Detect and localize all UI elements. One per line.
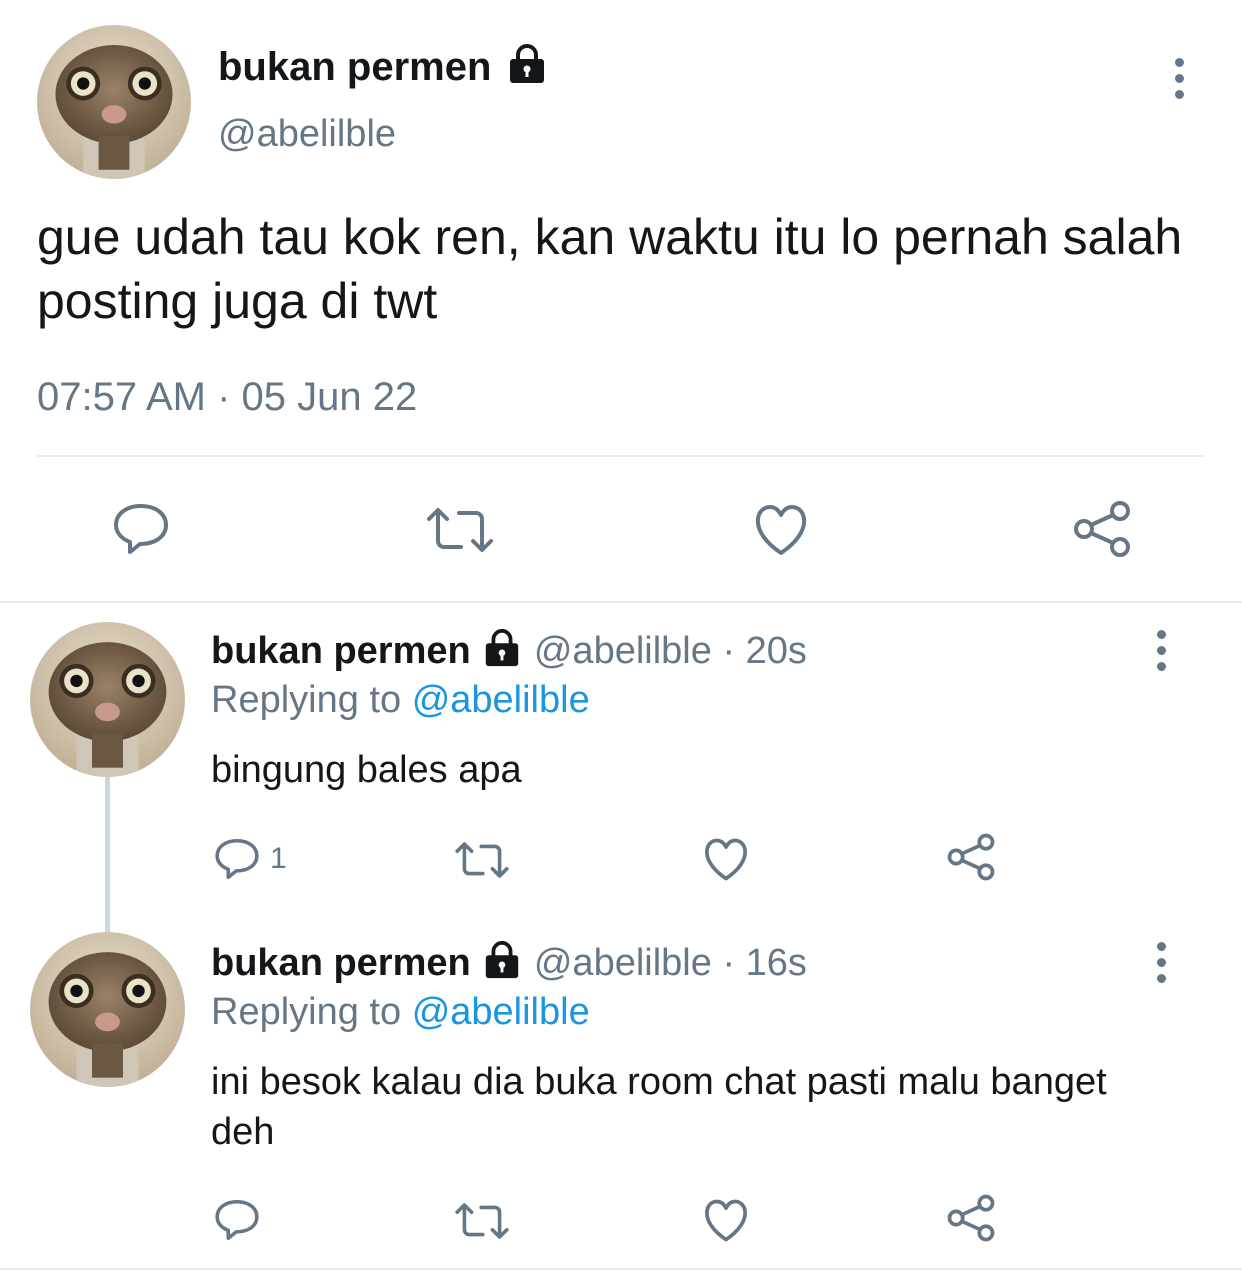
- relative-time: · 20s: [722, 630, 807, 672]
- reply-header: bukan permen @abelilble · 16s: [211, 940, 807, 986]
- replying-to: Replying to @abelilble: [211, 677, 590, 723]
- retweet-button[interactable]: [454, 1201, 510, 1241]
- heart-icon: [755, 505, 807, 555]
- reply-count: 1: [270, 842, 287, 875]
- retweet-button[interactable]: [425, 505, 495, 555]
- retweet-icon: [455, 1203, 509, 1239]
- avatar[interactable]: [30, 622, 185, 777]
- display-name-text: bukan permen: [218, 45, 492, 89]
- cat-avatar-image: [30, 932, 185, 1087]
- divider: [0, 1268, 1242, 1270]
- more-icon-dot: [1174, 90, 1184, 99]
- relative-time: · 16s: [722, 942, 807, 984]
- replying-to-label: Replying to: [211, 679, 402, 721]
- divider: [37, 455, 1205, 457]
- retweet-icon: [427, 508, 493, 552]
- more-icon-dot: [1156, 646, 1166, 655]
- lock-icon: [486, 940, 519, 979]
- avatar[interactable]: [37, 25, 191, 179]
- handle[interactable]: @abelilble: [534, 630, 712, 672]
- cat-avatar-image: [30, 622, 185, 777]
- divider: [0, 601, 1242, 603]
- more-icon-dot: [1156, 942, 1166, 951]
- more-icon-dot: [1174, 58, 1184, 67]
- reply-text: bingung bales apa: [211, 749, 522, 791]
- display-name[interactable]: bukan permen: [211, 630, 471, 672]
- thread-line: [105, 776, 110, 932]
- share-button[interactable]: [946, 833, 996, 881]
- reply-icon: [215, 1199, 259, 1241]
- share-icon: [1074, 501, 1130, 557]
- reply-button[interactable]: [214, 1198, 260, 1242]
- share-icon: [947, 833, 995, 881]
- share-button[interactable]: [946, 1194, 996, 1242]
- more-icon-dot: [1174, 74, 1184, 83]
- reply-text: ini besok kalau dia buka room chat pasti…: [211, 1061, 1107, 1153]
- retweet-icon: [455, 842, 509, 878]
- replying-to-link[interactable]: @abelilble: [412, 991, 590, 1033]
- more-options-button[interactable]: [1154, 942, 1168, 983]
- display-name[interactable]: bukan permen: [211, 942, 471, 984]
- reply-button[interactable]: 1: [214, 837, 287, 881]
- reply-icon: [215, 838, 259, 880]
- handle[interactable]: @abelilble: [218, 112, 396, 156]
- replying-to-label: Replying to: [211, 991, 402, 1033]
- heart-icon: [705, 838, 747, 881]
- heart-icon: [705, 1199, 747, 1242]
- handle[interactable]: @abelilble: [534, 942, 712, 984]
- more-icon-dot: [1156, 958, 1166, 967]
- replying-to-link[interactable]: @abelilble: [412, 679, 590, 721]
- reply-button[interactable]: [112, 502, 170, 556]
- like-button[interactable]: [752, 504, 810, 556]
- cat-avatar-image: [37, 25, 191, 179]
- lock-icon: [509, 44, 544, 84]
- more-icon-dot: [1156, 974, 1166, 983]
- more-options-button[interactable]: [1172, 58, 1186, 99]
- more-icon-dot: [1156, 662, 1166, 671]
- like-button[interactable]: [702, 1199, 750, 1242]
- more-icon-dot: [1156, 630, 1166, 639]
- like-button[interactable]: [702, 838, 750, 881]
- retweet-button[interactable]: [454, 840, 510, 880]
- replying-to: Replying to @abelilble: [211, 989, 590, 1035]
- share-icon: [947, 1194, 995, 1242]
- tweet-text: gue udah tau kok ren, kan waktu itu lo p…: [37, 209, 1183, 329]
- reply-icon: [114, 504, 168, 554]
- share-button[interactable]: [1072, 500, 1132, 558]
- display-name[interactable]: bukan permen: [218, 44, 549, 90]
- avatar[interactable]: [30, 932, 185, 1087]
- lock-icon: [486, 628, 519, 667]
- tweet-timestamp: 07:57 AM · 05 Jun 22: [37, 375, 418, 419]
- reply-header: bukan permen @abelilble · 20s: [211, 628, 807, 674]
- more-options-button[interactable]: [1154, 630, 1168, 671]
